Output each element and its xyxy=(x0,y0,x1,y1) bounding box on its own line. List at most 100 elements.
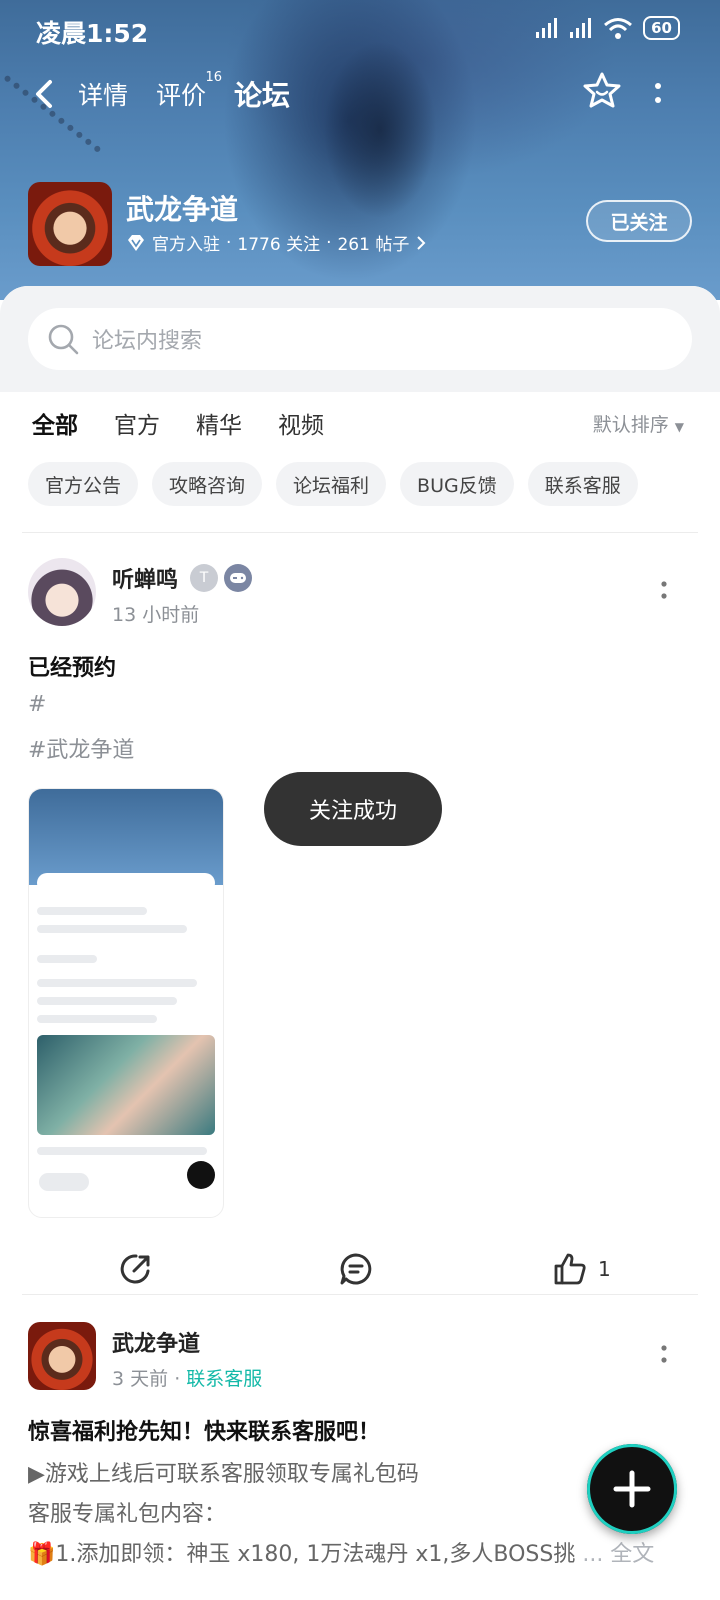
more-vertical-icon xyxy=(655,83,661,103)
diamond-icon xyxy=(128,234,144,251)
comment-icon xyxy=(340,1253,372,1285)
chevron-left-icon xyxy=(36,80,52,108)
screenshot-line xyxy=(39,1173,89,1191)
review-count-badge: 16 xyxy=(205,70,223,85)
sort-label: 默认排序 xyxy=(592,414,669,436)
meta-separator: · xyxy=(174,1368,181,1390)
status-icons: 60 xyxy=(535,16,680,40)
followers-count: 1776 关注 xyxy=(237,235,321,255)
read-more-link[interactable]: ... 全文 xyxy=(582,1542,654,1567)
more-vertical-icon xyxy=(661,581,667,599)
plus-icon xyxy=(613,1470,651,1508)
post-more-button[interactable] xyxy=(652,1336,676,1376)
tab-forum[interactable]: 论坛 xyxy=(234,74,291,114)
favorite-button[interactable] xyxy=(582,70,622,114)
chip-welfare[interactable]: 论坛福利 xyxy=(276,462,387,506)
followed-button[interactable]: 已关注 xyxy=(586,200,692,242)
battery-indicator: 60 xyxy=(643,16,680,40)
share-icon xyxy=(120,1254,150,1284)
chip-customer-service[interactable]: 联系客服 xyxy=(527,462,638,506)
screenshot-banner xyxy=(29,789,223,885)
gamepad-badge xyxy=(224,564,252,592)
post-body-text: 🎁1.添加即领：神玉 x180, 1万法魂丹 x1,多人BOSS挑 xyxy=(28,1542,576,1567)
comment-button[interactable] xyxy=(338,1246,374,1292)
like-button[interactable]: 1 xyxy=(552,1246,611,1292)
screenshot-fab xyxy=(187,1161,215,1189)
status-bar: 凌晨1:52 60 xyxy=(0,0,720,64)
share-button[interactable] xyxy=(118,1246,154,1292)
post-body-line: 🎁1.添加即领：神玉 x180, 1万法魂丹 x1,多人BOSS挑 ... 全文 xyxy=(28,1536,654,1568)
more-options-button[interactable] xyxy=(646,74,670,114)
tab-details[interactable]: 详情 xyxy=(78,76,128,112)
meta-separator: · xyxy=(226,232,232,253)
post-body-line: ▶游戏上线后可联系客服领取专属礼包码 xyxy=(28,1462,419,1487)
chip-bug-report[interactable]: BUG反馈 xyxy=(400,462,514,506)
screenshot-search xyxy=(37,873,215,893)
filter-tab-featured[interactable]: 精华 xyxy=(196,406,242,440)
back-button[interactable] xyxy=(28,74,64,114)
filter-tabs: 全部 官方 精华 视频 默认排序 ▼ xyxy=(0,406,720,456)
category-chips: 官方公告 攻略咨询 论坛福利 BUG反馈 联系客服 xyxy=(28,462,638,506)
screenshot-line xyxy=(37,955,97,963)
post-image[interactable] xyxy=(28,788,224,1218)
chip-announcements[interactable]: 官方公告 xyxy=(28,462,139,506)
filter-tab-all[interactable]: 全部 xyxy=(32,406,78,440)
screenshot-line xyxy=(37,907,147,915)
signal-icon-2 xyxy=(570,18,592,38)
post-more-button[interactable] xyxy=(652,572,676,612)
toast-message: 关注成功 xyxy=(264,772,442,846)
screenshot-line xyxy=(37,925,187,933)
post-time: 13 小时前 xyxy=(112,604,200,626)
post-author[interactable]: 听蝉鸣 xyxy=(112,562,178,594)
level-badge: T xyxy=(190,564,218,592)
post-time-row: 3 天前 · 联系客服 xyxy=(112,1364,262,1391)
post-author[interactable]: 武龙争道 xyxy=(112,1326,200,1358)
thumbs-up-icon xyxy=(554,1253,586,1285)
meta-separator: · xyxy=(326,232,332,253)
chip-guides[interactable]: 攻略咨询 xyxy=(152,462,263,506)
like-count: 1 xyxy=(598,1257,611,1281)
top-nav: 详情 评价 16 论坛 xyxy=(0,66,720,122)
new-post-button[interactable] xyxy=(587,1444,677,1534)
search-placeholder: 论坛内搜索 xyxy=(92,329,203,354)
screenshot-image xyxy=(37,1035,215,1135)
filter-tab-official[interactable]: 官方 xyxy=(114,406,160,440)
chevron-right-icon xyxy=(417,235,426,250)
star-icon xyxy=(583,72,621,108)
game-header: 武龙争道 官方入驻 · 1776 关注 · 261 帖子 已关注 xyxy=(0,176,720,272)
game-logo xyxy=(28,182,112,266)
search-input[interactable]: 论坛内搜索 xyxy=(28,308,692,370)
tab-forum-label: 论坛 xyxy=(234,79,291,112)
gamepad-icon xyxy=(230,573,246,583)
status-time: 凌晨1:52 xyxy=(36,19,149,48)
screenshot-line xyxy=(37,997,177,1005)
divider xyxy=(22,1294,698,1295)
divider xyxy=(22,532,698,533)
forum-content: 论坛内搜索 全部 官方 精华 视频 默认排序 ▼ 官方公告 攻略咨询 论坛福利 … xyxy=(0,286,720,1600)
game-title: 武龙争道 xyxy=(126,193,239,226)
screenshot-line xyxy=(37,1015,157,1023)
tab-reviews-label: 评价 xyxy=(156,81,207,110)
screenshot-line xyxy=(37,1147,207,1155)
post-body-line: # xyxy=(28,692,47,717)
post-time: 3 天前 xyxy=(112,1368,169,1390)
post-title: 惊喜福利抢先知！快来联系客服吧！ xyxy=(28,1420,381,1445)
tab-reviews[interactable]: 评价 16 xyxy=(156,70,222,112)
post-hashtag[interactable]: #武龙争道 xyxy=(28,732,134,764)
avatar[interactable] xyxy=(28,1322,96,1390)
more-vertical-icon xyxy=(661,1345,667,1363)
search-area: 论坛内搜索 xyxy=(0,286,720,392)
filter-tab-all-label: 全部 xyxy=(32,413,78,439)
sort-dropdown[interactable]: 默认排序 ▼ xyxy=(593,410,684,437)
filter-tab-video[interactable]: 视频 xyxy=(278,406,324,440)
post-actions: 1 xyxy=(0,1246,720,1296)
search-icon xyxy=(48,324,79,355)
verified-label: 官方入驻 xyxy=(152,235,220,255)
post-title: 已经预约 xyxy=(28,656,117,681)
post-body-line: 客服专属礼包内容： xyxy=(28,1502,227,1527)
avatar[interactable] xyxy=(28,558,96,626)
caret-down-icon: ▼ xyxy=(674,420,684,434)
game-meta[interactable]: 官方入驻 · 1776 关注 · 261 帖子 xyxy=(126,230,427,255)
wifi-icon xyxy=(604,18,633,39)
post-tag[interactable]: 联系客服 xyxy=(186,1368,262,1390)
